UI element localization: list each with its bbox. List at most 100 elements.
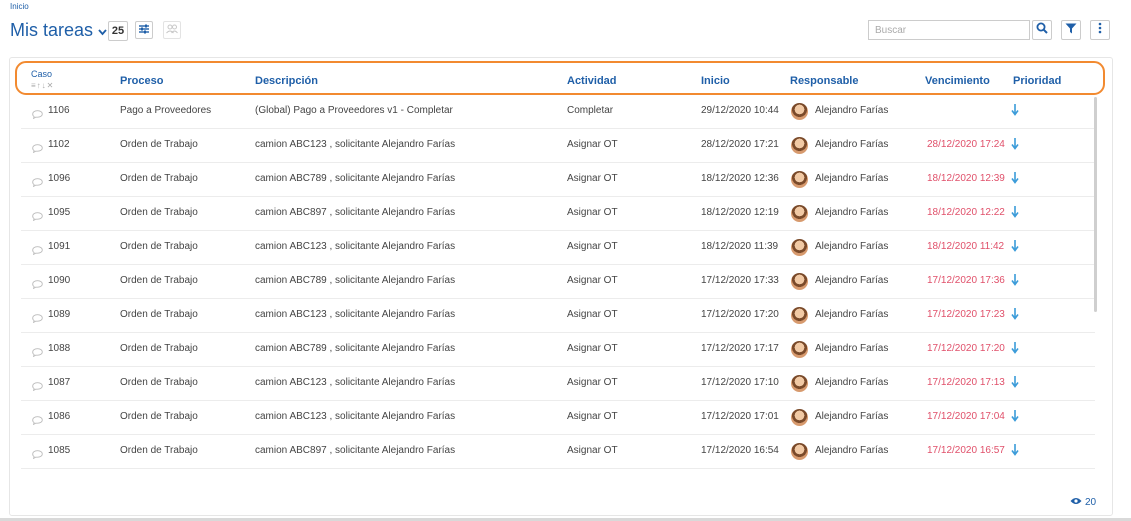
- table-row[interactable]: 1085 Orden de Trabajo camion ABC897 , soli…: [21, 435, 1095, 469]
- table-row[interactable]: 1087 Orden de Trabajo camion ABC123 , soli…: [21, 367, 1095, 401]
- table-row[interactable]: 1106 Pago a Proveedores (Global) Pago a Pr…: [21, 95, 1095, 129]
- group-button[interactable]: [163, 21, 181, 39]
- cell-descripcion: camion ABC123 , solicitante Alejandro Fa…: [255, 411, 456, 422]
- cell-descripcion: camion ABC897 , solicitante Alejandro Fa…: [255, 445, 456, 456]
- cell-vencimiento: 17/12/2020 17:04: [927, 411, 1005, 422]
- cell-inicio: 17/12/2020 17:33: [701, 275, 779, 286]
- table-row[interactable]: 1096 Orden de Trabajo camion ABC789 , soli…: [21, 163, 1095, 197]
- cell-responsable: Alejandro Farías: [815, 411, 889, 422]
- comment-icon[interactable]: [32, 106, 43, 124]
- arrow-down-icon: [1011, 307, 1019, 325]
- cell-responsable: Alejandro Farías: [815, 445, 889, 456]
- cell-proceso: Orden de Trabajo: [120, 173, 198, 184]
- cell-caso: 1085: [48, 445, 71, 456]
- comment-icon[interactable]: [32, 412, 43, 430]
- search-input[interactable]: [868, 20, 1030, 40]
- filter-button[interactable]: [1061, 20, 1081, 40]
- cell-actividad: Asignar OT: [567, 377, 618, 388]
- avatar: [791, 307, 808, 324]
- cell-caso: 1088: [48, 343, 71, 354]
- cell-actividad: Asignar OT: [567, 411, 618, 422]
- table-row[interactable]: 1095 Orden de Trabajo camion ABC897 , soli…: [21, 197, 1095, 231]
- cell-caso: 1090: [48, 275, 71, 286]
- cell-vencimiento: 17/12/2020 17:13: [927, 377, 1005, 388]
- comment-icon[interactable]: [32, 174, 43, 192]
- cell-vencimiento: 28/12/2020 17:24: [927, 139, 1005, 150]
- table-row[interactable]: 1102 Orden de Trabajo camion ABC123 , soli…: [21, 129, 1095, 163]
- cell-inicio: 28/12/2020 17:21: [701, 139, 779, 150]
- cell-responsable: Alejandro Farías: [815, 377, 889, 388]
- comment-icon[interactable]: [32, 446, 43, 464]
- cell-descripcion: camion ABC123 , solicitante Alejandro Fa…: [255, 139, 456, 150]
- cell-proceso: Orden de Trabajo: [120, 445, 198, 456]
- avatar: [791, 171, 808, 188]
- cell-responsable: Alejandro Farías: [815, 207, 889, 218]
- cell-vencimiento: 17/12/2020 17:20: [927, 343, 1005, 354]
- avatar: [791, 375, 808, 392]
- cell-actividad: Asignar OT: [567, 343, 618, 354]
- filter-settings-button[interactable]: [135, 21, 153, 39]
- comment-icon[interactable]: [32, 378, 43, 396]
- page-title: Mis tareas: [10, 20, 94, 40]
- cell-proceso: Orden de Trabajo: [120, 309, 198, 320]
- cell-inicio: 18/12/2020 12:36: [701, 173, 779, 184]
- more-options-button[interactable]: [1090, 20, 1110, 40]
- cell-inicio: 17/12/2020 16:54: [701, 445, 779, 456]
- cell-caso: 1089: [48, 309, 71, 320]
- search-button[interactable]: [1032, 20, 1052, 40]
- cell-vencimiento: 18/12/2020 12:22: [927, 207, 1005, 218]
- table-row[interactable]: 1088 Orden de Trabajo camion ABC789 , soli…: [21, 333, 1095, 367]
- table-row[interactable]: 1086 Orden de Trabajo camion ABC123 , soli…: [21, 401, 1095, 435]
- cell-responsable: Alejandro Farías: [815, 241, 889, 252]
- table-row[interactable]: 1091 Orden de Trabajo camion ABC123 , soli…: [21, 231, 1095, 265]
- filter-icon: [1065, 21, 1077, 39]
- cell-actividad: Asignar OT: [567, 207, 618, 218]
- comment-icon[interactable]: [32, 276, 43, 294]
- cell-caso: 1086: [48, 411, 71, 422]
- breadcrumb[interactable]: Inicio: [10, 2, 29, 11]
- cell-inicio: 29/12/2020 10:44: [701, 105, 779, 116]
- views-count: 20: [1085, 497, 1097, 508]
- comment-icon[interactable]: [32, 208, 43, 226]
- cell-actividad: Asignar OT: [567, 275, 618, 286]
- cell-vencimiento: 18/12/2020 11:42: [927, 241, 1005, 252]
- cell-vencimiento: 17/12/2020 17:23: [927, 309, 1005, 320]
- header-highlight: [15, 61, 1105, 95]
- cell-proceso: Pago a Proveedores: [120, 105, 212, 116]
- cell-caso: 1095: [48, 207, 71, 218]
- cell-inicio: 18/12/2020 12:19: [701, 207, 779, 218]
- table-row[interactable]: 1089 Orden de Trabajo camion ABC123 , soli…: [21, 299, 1095, 333]
- cell-responsable: Alejandro Farías: [815, 275, 889, 286]
- arrow-down-icon: [1011, 341, 1019, 359]
- comment-icon[interactable]: [32, 140, 43, 158]
- cell-descripcion: camion ABC897 , solicitante Alejandro Fa…: [255, 207, 456, 218]
- comment-icon[interactable]: [32, 242, 43, 260]
- cell-responsable: Alejandro Farías: [815, 139, 889, 150]
- cell-caso: 1087: [48, 377, 71, 388]
- cell-proceso: Orden de Trabajo: [120, 139, 198, 150]
- avatar: [791, 239, 808, 256]
- avatar: [791, 341, 808, 358]
- table-row[interactable]: 1090 Orden de Trabajo camion ABC789 , soli…: [21, 265, 1095, 299]
- comment-icon[interactable]: [32, 344, 43, 362]
- cell-proceso: Orden de Trabajo: [120, 411, 198, 422]
- arrow-down-icon: [1011, 103, 1019, 121]
- avatar: [791, 205, 808, 222]
- views-counter: 20: [1070, 497, 1096, 508]
- title-dropdown[interactable]: Mis tareas: [10, 20, 107, 41]
- comment-icon[interactable]: [32, 310, 43, 328]
- cell-vencimiento: 17/12/2020 16:57: [927, 445, 1005, 456]
- scrollbar[interactable]: [1094, 97, 1097, 312]
- cell-descripcion: (Global) Pago a Proveedores v1 - Complet…: [255, 105, 453, 116]
- cell-proceso: Orden de Trabajo: [120, 377, 198, 388]
- cell-vencimiento: 18/12/2020 12:39: [927, 173, 1005, 184]
- arrow-down-icon: [1011, 409, 1019, 427]
- cell-descripcion: camion ABC123 , solicitante Alejandro Fa…: [255, 241, 456, 252]
- cell-actividad: Asignar OT: [567, 173, 618, 184]
- cell-caso: 1091: [48, 241, 71, 252]
- cell-inicio: 17/12/2020 17:20: [701, 309, 779, 320]
- cell-responsable: Alejandro Farías: [815, 173, 889, 184]
- cell-caso: 1106: [48, 105, 70, 116]
- arrow-down-icon: [1011, 443, 1019, 461]
- avatar: [791, 273, 808, 290]
